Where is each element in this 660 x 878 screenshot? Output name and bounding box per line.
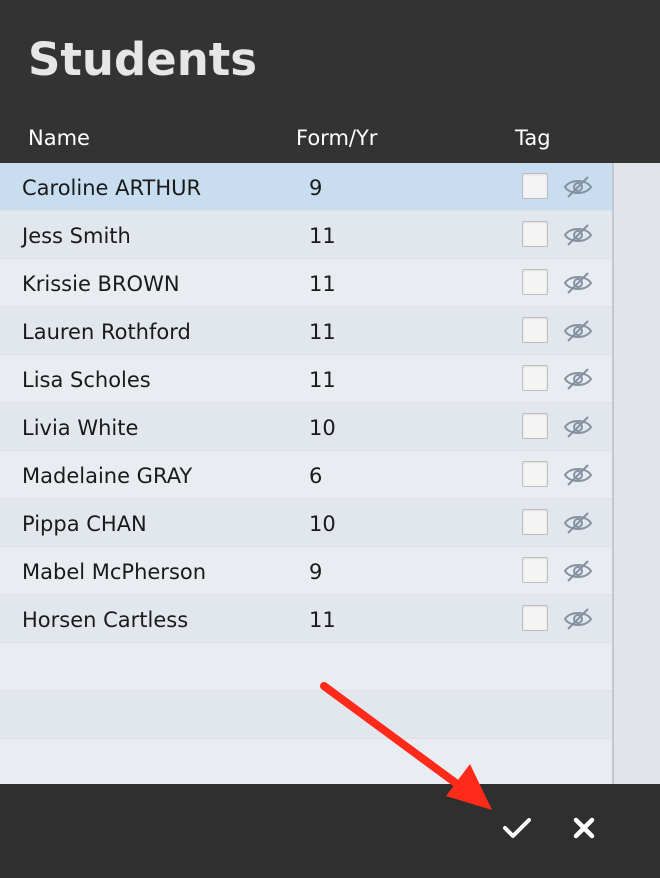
eye-slash-icon[interactable] [562, 414, 594, 440]
dialog-footer [0, 784, 660, 878]
students-list: Caroline ARTHUR 9 Jess Smith 11 Krissie … [0, 163, 612, 784]
eye-slash-icon[interactable] [562, 318, 594, 344]
tag-checkbox[interactable] [522, 509, 548, 535]
empty-row [0, 739, 612, 784]
student-name: Lauren Rothford [22, 320, 191, 344]
scrollbar-track[interactable] [612, 163, 660, 784]
student-form: 11 [309, 608, 336, 632]
student-name: Mabel McPherson [22, 560, 207, 584]
tag-checkbox[interactable] [522, 317, 548, 343]
student-name: Jess Smith [22, 224, 131, 248]
dialog-header: Students Name Form/Yr Tag [0, 0, 660, 162]
student-form: 6 [309, 464, 323, 488]
table-row[interactable]: Livia White 10 [0, 403, 612, 451]
eye-slash-icon[interactable] [562, 366, 594, 392]
empty-row [0, 643, 612, 691]
student-form: 9 [309, 560, 323, 584]
student-name: Lisa Scholes [22, 368, 151, 392]
student-name: Madelaine GRAY [22, 464, 193, 488]
column-header-name[interactable]: Name [28, 124, 90, 152]
tag-checkbox[interactable] [522, 557, 548, 583]
eye-slash-icon[interactable] [562, 270, 594, 296]
tag-checkbox[interactable] [522, 269, 548, 295]
table-row[interactable]: Lisa Scholes 11 [0, 355, 612, 403]
cancel-button[interactable] [564, 808, 604, 848]
eye-slash-icon[interactable] [562, 222, 594, 248]
table-row[interactable]: Lauren Rothford 11 [0, 307, 612, 355]
confirm-button[interactable] [497, 808, 537, 848]
students-dialog: Students Name Form/Yr Tag Caroline ARTHU… [0, 0, 660, 878]
eye-slash-icon[interactable] [562, 510, 594, 536]
student-form: 9 [309, 176, 323, 200]
student-form: 10 [309, 512, 336, 536]
student-form: 11 [309, 320, 336, 344]
tag-checkbox[interactable] [522, 221, 548, 247]
table-row[interactable]: Mabel McPherson 9 [0, 547, 612, 595]
student-form: 11 [309, 272, 336, 296]
student-name: Horsen Cartless [22, 608, 189, 632]
eye-slash-icon[interactable] [562, 462, 594, 488]
student-form: 11 [309, 368, 336, 392]
student-name: Caroline ARTHUR [22, 176, 202, 200]
tag-checkbox[interactable] [522, 173, 548, 199]
tag-checkbox[interactable] [522, 461, 548, 487]
page-title: Students [28, 33, 258, 86]
column-header-tag[interactable]: Tag [515, 124, 551, 152]
student-form: 10 [309, 416, 336, 440]
tag-checkbox[interactable] [522, 365, 548, 391]
table-row[interactable]: Horsen Cartless 11 [0, 595, 612, 643]
tag-checkbox[interactable] [522, 413, 548, 439]
eye-slash-icon[interactable] [562, 174, 594, 200]
student-form: 11 [309, 224, 336, 248]
empty-row [0, 691, 612, 739]
close-icon [573, 817, 595, 839]
eye-slash-icon[interactable] [562, 606, 594, 632]
student-name: Pippa CHAN [22, 512, 147, 536]
table-row[interactable]: Pippa CHAN 10 [0, 499, 612, 547]
tag-checkbox[interactable] [522, 605, 548, 631]
student-name: Livia White [22, 416, 139, 440]
checkmark-icon [503, 818, 531, 838]
student-name: Krissie BROWN [22, 272, 180, 296]
table-row[interactable]: Krissie BROWN 11 [0, 259, 612, 307]
column-header-form[interactable]: Form/Yr [296, 124, 377, 152]
table-row[interactable]: Caroline ARTHUR 9 [0, 163, 612, 211]
eye-slash-icon[interactable] [562, 558, 594, 584]
table-row[interactable]: Madelaine GRAY 6 [0, 451, 612, 499]
table-row[interactable]: Jess Smith 11 [0, 211, 612, 259]
